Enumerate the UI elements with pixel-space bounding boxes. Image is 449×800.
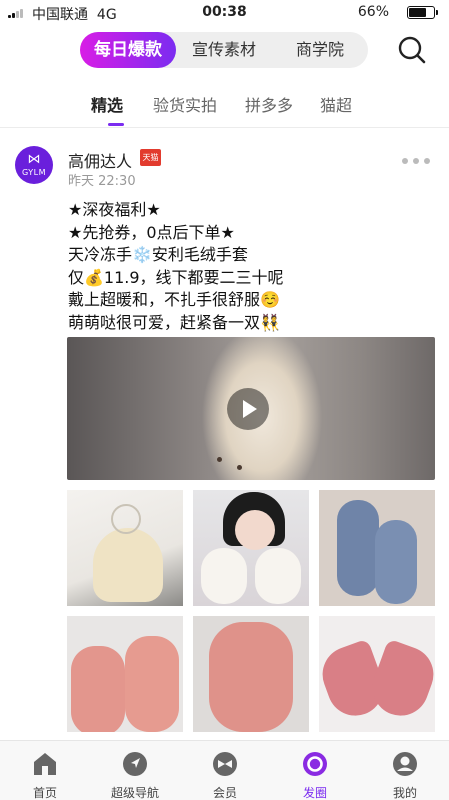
avatar[interactable]: ⋈ GYLM <box>15 146 53 184</box>
active-tab-indicator <box>108 123 124 126</box>
tab-label: 首页 <box>32 786 57 800</box>
tab-label: 会员 <box>212 786 237 800</box>
tab-member[interactable]: 会员 <box>180 741 270 800</box>
post-line: 仅💰11.9，线下都要二三十呢 <box>68 267 284 287</box>
post-text: ★深夜福利★ ★先抢券，0点后下单★ 天冷冻手❄️安利毛绒手套 仅💰11.9，线… <box>68 199 428 335</box>
tab-pinduoduo[interactable]: 拼多多 <box>245 92 293 116</box>
navigate-icon <box>123 752 147 776</box>
post-line: 天冷冻手❄️安利毛绒手套 <box>68 245 248 265</box>
tab-moments[interactable]: 发圈 <box>270 741 360 800</box>
author-name[interactable]: 高佣达人 <box>68 148 132 172</box>
post-time: 昨天 22:30 <box>68 174 136 189</box>
product-photo[interactable] <box>319 616 435 732</box>
status-bar: 中国联通 4G 00:38 66% <box>0 0 449 26</box>
battery-percent: 66% <box>357 4 389 20</box>
profile-icon <box>393 752 417 776</box>
bow-logo-icon: ⋈ <box>27 152 41 167</box>
tab-featured[interactable]: 精选 <box>91 92 123 116</box>
tab-inspection-photos[interactable]: 验货实拍 <box>153 92 217 116</box>
segment-promo-material[interactable]: 宣传素材 <box>176 32 272 68</box>
member-icon <box>213 752 237 776</box>
product-photo[interactable] <box>193 616 309 732</box>
tab-profile[interactable]: 我的 <box>360 741 449 800</box>
more-icon[interactable] <box>402 158 430 164</box>
tab-label: 我的 <box>392 786 417 800</box>
tab-tmall-supermarket[interactable]: 猫超 <box>320 92 352 116</box>
bottom-tab-bar: 首页 超级导航 会员 发圈 我的 <box>0 740 449 800</box>
home-icon <box>34 753 56 775</box>
segment-daily-hot[interactable]: 每日爆款 <box>80 32 176 68</box>
tmall-badge: 天猫 <box>140 149 161 166</box>
product-photo[interactable] <box>67 616 183 732</box>
tab-home[interactable]: 首页 <box>0 741 90 800</box>
tab-super-nav[interactable]: 超级导航 <box>90 741 180 800</box>
circle-icon <box>303 752 327 776</box>
tab-label: 超级导航 <box>110 786 159 800</box>
post-line: ★深夜福利★ <box>68 200 161 219</box>
sub-tab-bar: 精选 验货实拍 拼多多 猫超 <box>0 82 449 128</box>
battery-icon <box>407 6 438 19</box>
segment-business-school[interactable]: 商学院 <box>272 32 368 68</box>
product-photo[interactable] <box>319 490 435 606</box>
product-photo[interactable] <box>67 490 183 606</box>
post-line: ★先抢券，0点后下单★ <box>68 222 235 242</box>
tab-label: 发圈 <box>302 786 327 800</box>
product-photo[interactable] <box>193 490 309 606</box>
avatar-brand: GYLM <box>21 168 47 177</box>
play-icon[interactable] <box>227 388 269 430</box>
top-segment-control: 每日爆款 宣传素材 商学院 <box>80 32 368 68</box>
post-line: 萌萌哒很可爱，赶紧备一双👯 <box>68 312 280 332</box>
search-icon[interactable] <box>398 36 426 64</box>
post-line: 戴上超暖和，不扎手很舒服☺️ <box>68 290 280 310</box>
